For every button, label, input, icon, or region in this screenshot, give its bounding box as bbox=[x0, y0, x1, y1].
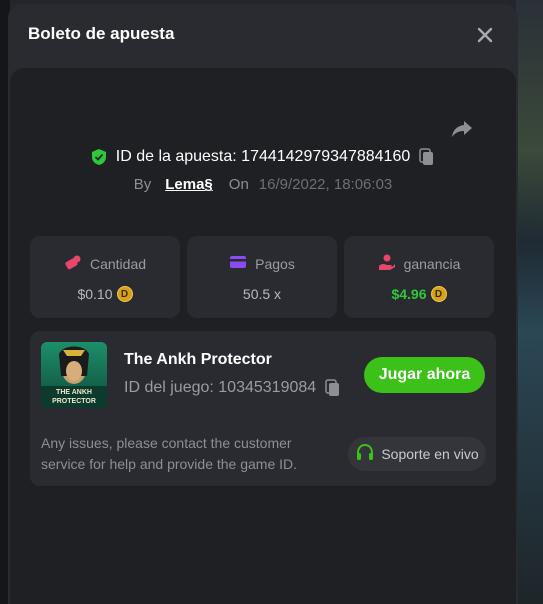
support-info-text: Any issues, please contact the customer … bbox=[41, 435, 298, 472]
close-icon[interactable] bbox=[474, 24, 496, 46]
game-title: The Ankh Protector bbox=[124, 351, 272, 368]
stat-payout-value: 50.5 x bbox=[242, 286, 282, 302]
thumb-title-line-2: PROTECTOR bbox=[52, 398, 96, 405]
background-right-strip bbox=[516, 0, 543, 604]
game-card: THE ANKH PROTECTOR The Ankh Protector ID… bbox=[30, 331, 496, 486]
live-support-label: Soporte en vivo bbox=[381, 446, 479, 462]
stat-profit-value: $4.96 bbox=[391, 286, 427, 302]
username-link[interactable]: Lema§ bbox=[165, 176, 213, 193]
verified-shield-icon bbox=[90, 148, 108, 166]
bet-id-row: ID de la apuesta: 1744142979347884160 bbox=[10, 148, 516, 166]
bet-chips-icon bbox=[64, 253, 82, 274]
profit-hand-icon bbox=[378, 253, 396, 274]
coin-icon: D bbox=[116, 286, 133, 302]
live-support-button[interactable]: Soporte en vivo bbox=[348, 437, 486, 471]
stat-amount: Cantidad $0.10 D bbox=[30, 236, 180, 318]
stat-amount-label: Cantidad bbox=[89, 255, 147, 272]
card-icon bbox=[229, 253, 247, 274]
game-id: ID del juego: 10345319084 bbox=[124, 379, 317, 396]
ticket-body: ID de la apuesta: 1744142979347884160 By… bbox=[10, 68, 516, 604]
by-label: By bbox=[133, 176, 152, 193]
bet-ticket-modal: Boleto de apuesta ID de la apuesta: 1744… bbox=[8, 4, 518, 604]
stat-profit: ganancia $4.96 D bbox=[344, 236, 494, 318]
stat-amount-value: $0.10 bbox=[77, 286, 113, 302]
stat-payout: Pagos 50.5 x bbox=[187, 236, 337, 318]
game-id-row: ID del juego: 10345319084 bbox=[124, 379, 342, 397]
coin-icon: D bbox=[430, 286, 447, 302]
bet-date: 16/9/2022, 18:06:03 bbox=[258, 176, 393, 193]
share-icon[interactable] bbox=[450, 116, 474, 140]
play-now-button[interactable]: Jugar ahora bbox=[364, 357, 485, 393]
modal-title: Boleto de apuesta bbox=[28, 24, 175, 43]
copy-game-id-icon[interactable] bbox=[324, 379, 342, 397]
stat-profit-label: ganancia bbox=[403, 255, 461, 272]
stats-row: Cantidad $0.10 D Pagos 50.5 x ganancia $… bbox=[30, 236, 494, 318]
bet-id: ID de la apuesta: 1744142979347884160 bbox=[115, 148, 411, 165]
game-thumbnail[interactable]: THE ANKH PROTECTOR bbox=[41, 342, 107, 408]
thumb-title-line-1: THE ANKH bbox=[56, 389, 92, 396]
on-label: On bbox=[228, 176, 249, 193]
copy-bet-id-icon[interactable] bbox=[418, 148, 436, 166]
headset-icon bbox=[355, 443, 375, 466]
stat-payout-label: Pagos bbox=[255, 255, 295, 272]
bet-meta-row: By Lema§ On 16/9/2022, 18:06:03 bbox=[10, 176, 516, 193]
